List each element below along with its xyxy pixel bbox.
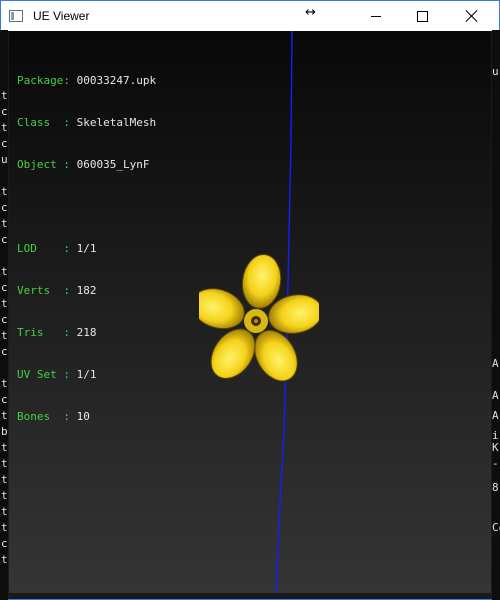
background-console-char: 8 xyxy=(492,481,499,494)
background-console-char: t xyxy=(1,217,8,230)
close-icon xyxy=(466,10,478,22)
background-console-char: c xyxy=(1,281,8,294)
background-console-char: t xyxy=(1,329,8,342)
background-console-char: c xyxy=(1,105,8,118)
background-console-char: A xyxy=(492,357,499,370)
close-button[interactable] xyxy=(445,1,499,31)
background-console-char: b xyxy=(1,425,8,438)
background-console-char: A xyxy=(492,389,499,402)
background-console-char: t xyxy=(1,553,8,566)
info-lod: LOD : 1/1 xyxy=(17,242,97,255)
background-console-right: uAAAiK-8Co xyxy=(492,30,500,600)
background-console-char: t xyxy=(1,521,8,534)
background-console-char: - xyxy=(492,457,499,470)
minimize-button[interactable] xyxy=(353,1,399,31)
flower-mesh-model xyxy=(199,254,319,382)
background-console-char: c xyxy=(1,137,8,150)
background-console-char: t xyxy=(1,297,8,310)
background-console-char: u xyxy=(1,153,8,166)
info-object: Object : 060035_LynF xyxy=(17,158,150,171)
background-console-char: t xyxy=(1,473,8,486)
background-console-char: t xyxy=(1,185,8,198)
app-window-icon xyxy=(9,10,23,22)
background-console-char: u xyxy=(492,65,499,78)
resize-cursor-icon: ↔ xyxy=(305,5,316,20)
info-class: Class : SkeletalMesh xyxy=(17,116,157,129)
background-console-char: t xyxy=(1,441,8,454)
info-bones: Bones : 10 xyxy=(17,410,90,423)
background-console-char: t xyxy=(1,377,8,390)
3d-viewport[interactable]: Package: 00033247.upk Class : SkeletalMe… xyxy=(9,31,491,593)
ue-viewer-window: UE Viewer ↔ Package: 00033247.upk Class … xyxy=(0,0,500,600)
background-console-char: K xyxy=(492,441,499,454)
background-console-char: t xyxy=(1,505,8,518)
background-console-char: t xyxy=(1,409,8,422)
background-console-char: t xyxy=(1,89,8,102)
background-console-char: c xyxy=(1,345,8,358)
background-console-char: c xyxy=(1,537,8,550)
title-bar[interactable]: UE Viewer ↔ xyxy=(1,1,499,31)
background-console-char: t xyxy=(1,457,8,470)
background-console-char: t xyxy=(1,121,8,134)
background-console-left: tctcutctctctctctctbttttttct xyxy=(0,30,8,600)
info-tris: Tris : 218 xyxy=(17,326,97,339)
background-console-char: Co xyxy=(492,521,500,534)
background-console-char: c xyxy=(1,313,8,326)
info-uv-set: UV Set : 1/1 xyxy=(17,368,97,381)
background-console-char: c xyxy=(1,393,8,406)
window-title: UE Viewer xyxy=(33,9,90,23)
info-verts: Verts : 182 xyxy=(17,284,97,297)
background-console-char: t xyxy=(1,489,8,502)
background-console-char: t xyxy=(1,265,8,278)
mesh-info-overlay: Package: 00033247.upk Class : SkeletalMe… xyxy=(17,46,156,452)
info-package: Package: 00033247.upk xyxy=(17,74,157,87)
background-console-char: c xyxy=(1,201,8,214)
background-console-char: A xyxy=(492,409,499,422)
background-console-char: c xyxy=(1,233,8,246)
maximize-icon xyxy=(416,10,428,22)
minimize-icon xyxy=(371,15,381,17)
maximize-button[interactable] xyxy=(399,1,445,31)
